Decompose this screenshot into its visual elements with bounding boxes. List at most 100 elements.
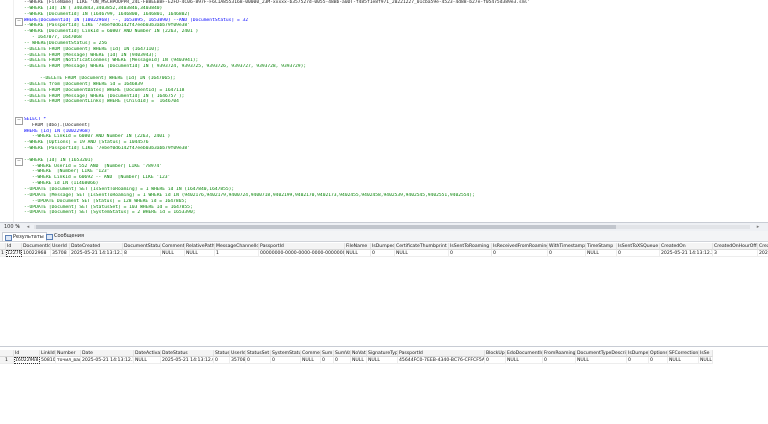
table-cell[interactable]: 2025-05-21 14:13:12.217: [70, 250, 123, 257]
column-header[interactable]: LinkId: [40, 350, 56, 357]
sql-editor[interactable]: − − − --WHERE [FileName] LIKE 'ON_MSCHPO…: [0, 0, 768, 222]
column-header[interactable]: IsDumped: [627, 350, 649, 357]
table-cell[interactable]: 0: [449, 250, 492, 257]
table-cell[interactable]: NULL: [395, 250, 449, 257]
table-cell[interactable]: NULL: [586, 250, 617, 257]
table-cell[interactable]: 0: [492, 250, 548, 257]
scrollbar-thumb[interactable]: [36, 225, 616, 229]
table-cell[interactable]: 16022968: [14, 357, 40, 364]
column-header[interactable]: FileName: [345, 243, 371, 250]
table-cell[interactable]: NULL: [134, 357, 161, 364]
column-header[interactable]: UserId: [230, 350, 246, 357]
column-header[interactable]: UserId: [51, 243, 70, 250]
column-header[interactable]: Options: [649, 350, 668, 357]
table-cell[interactable]: 0: [214, 357, 230, 364]
table-cell[interactable]: 2025-05-21 14:13:12.060: [161, 357, 214, 364]
table-cell[interactable]: NULL: [367, 357, 398, 364]
column-header[interactable]: DocumentStatus: [123, 243, 161, 250]
results-grid-message[interactable]: IdLinkIdNumberDateDateActivatedDateStatu…: [0, 350, 768, 366]
column-header[interactable]: FromRoaming: [543, 350, 576, 357]
column-header[interactable]: CertificateThumbprint: [395, 243, 449, 250]
column-header[interactable]: Comment: [301, 350, 321, 357]
column-header[interactable]: BlockUp: [485, 350, 506, 357]
column-header[interactable]: IsSe: [699, 350, 713, 357]
column-header[interactable]: TimeStamp: [586, 243, 617, 250]
column-header[interactable]: StatusSet: [246, 350, 271, 357]
table-cell[interactable]: 0: [548, 250, 586, 257]
scroll-right-icon[interactable]: ▸: [754, 224, 762, 230]
fold-collapse-icon[interactable]: −: [15, 158, 23, 166]
column-header[interactable]: SystemStatus: [271, 350, 301, 357]
table-cell[interactable]: 35708: [51, 250, 70, 257]
column-header[interactable]: Id: [14, 350, 40, 357]
column-header[interactable]: Id: [6, 243, 22, 250]
table-cell[interactable]: NULL: [345, 250, 371, 257]
table-cell[interactable]: 0: [334, 357, 351, 364]
table-cell[interactable]: 2025-05-21 14:13:12.147: [81, 357, 134, 364]
table-cell[interactable]: 2025-05-21 14:13:12.217: [660, 250, 713, 257]
column-header[interactable]: DateStatus: [161, 350, 214, 357]
column-header[interactable]: PassportId: [398, 350, 485, 357]
table-cell[interactable]: 8: [123, 250, 161, 257]
column-header[interactable]: Date: [81, 350, 134, 357]
fold-collapse-icon[interactable]: −: [15, 117, 23, 125]
table-cell[interactable]: 0: [321, 357, 334, 364]
column-header[interactable]: CreatedOn: [660, 243, 713, 250]
table-cell[interactable]: 00000000-0000-0000-0000-000000000000: [259, 250, 345, 257]
tab-messages[interactable]: Сообщения: [44, 232, 86, 240]
table-cell[interactable]: 0: [649, 357, 668, 364]
table-cell[interactable]: 122761088: [6, 250, 22, 257]
column-header[interactable]: SumVat: [334, 350, 351, 357]
column-header[interactable]: MessageChannelId: [215, 243, 259, 250]
table-cell[interactable]: NULL: [699, 357, 713, 364]
table-cell[interactable]: NULL: [185, 250, 215, 257]
code-line[interactable]: --UPDATE [Document] SET [SystemStatus] =…: [24, 210, 768, 216]
column-header[interactable]: Number: [56, 350, 81, 357]
table-cell[interactable]: 10022968: [22, 250, 51, 257]
table-cell[interactable]: NULL: [576, 357, 627, 364]
column-header[interactable]: DateCreated: [70, 243, 123, 250]
column-header[interactable]: IsSentToXSQueue: [617, 243, 660, 250]
tab-results[interactable]: Результаты: [2, 232, 47, 241]
table-cell[interactable]: 2025-: [758, 250, 768, 257]
fold-collapse-icon[interactable]: −: [15, 18, 23, 26]
table-cell[interactable]: 45644FC0-7EEB-4340-BC76-CFFCF5A53E8C: [398, 357, 485, 364]
column-header[interactable]: Create: [758, 243, 768, 250]
results-grid-document[interactable]: Id DocumentId UserId DateCreated DocumentSta…: [0, 243, 768, 259]
column-header[interactable]: SignatureType: [367, 350, 398, 357]
column-header[interactable]: PassportId: [259, 243, 345, 250]
table-cell[interactable]: NULL: [506, 357, 543, 364]
column-header[interactable]: Status: [214, 350, 230, 357]
row-number-header[interactable]: [0, 350, 14, 357]
table-row[interactable]: 116022968508107точил_вашечек2025-05-21 1…: [0, 357, 713, 364]
column-header[interactable]: IsSentToRoaming: [449, 243, 492, 250]
table-cell[interactable]: 0: [246, 357, 271, 364]
column-header[interactable]: Comment: [161, 243, 185, 250]
table-cell[interactable]: 508107: [40, 357, 56, 364]
table-cell[interactable]: точил_вашечек: [56, 357, 81, 364]
code-area[interactable]: --WHERE [FileName] LIKE 'ON_MSCHPOOPPR_2…: [24, 0, 768, 216]
column-header[interactable]: DateActivated: [134, 350, 161, 357]
column-header[interactable]: IsReceivedFromRoaming: [492, 243, 548, 250]
table-cell[interactable]: NULL: [668, 357, 699, 364]
column-header[interactable]: NoVat: [351, 350, 367, 357]
table-cell[interactable]: 35708: [230, 357, 246, 364]
column-header[interactable]: WithTimestamp: [548, 243, 586, 250]
table-cell[interactable]: 0: [617, 250, 660, 257]
table-cell[interactable]: 0: [485, 357, 506, 364]
table-cell[interactable]: NULL: [161, 250, 185, 257]
column-header[interactable]: RelativePath: [185, 243, 215, 250]
row-number[interactable]: 1: [0, 357, 14, 364]
column-header[interactable]: CreatedOnHourOffset: [713, 243, 758, 250]
scroll-left-icon[interactable]: ◂: [24, 224, 32, 230]
table-cell[interactable]: 0: [271, 357, 301, 364]
column-header[interactable]: IsDumped: [371, 243, 395, 250]
table-cell[interactable]: 0: [543, 357, 576, 364]
table-cell[interactable]: 0: [371, 250, 395, 257]
table-row[interactable]: 112276108810022968357082025-05-21 14:13:…: [0, 250, 768, 257]
column-header[interactable]: DocumentId: [22, 243, 51, 250]
table-cell[interactable]: NULL: [301, 357, 321, 364]
column-header[interactable]: SFCorrectionId: [668, 350, 699, 357]
column-header[interactable]: DocumentTypeDescription: [576, 350, 627, 357]
column-header[interactable]: EdoDocumentId: [506, 350, 543, 357]
